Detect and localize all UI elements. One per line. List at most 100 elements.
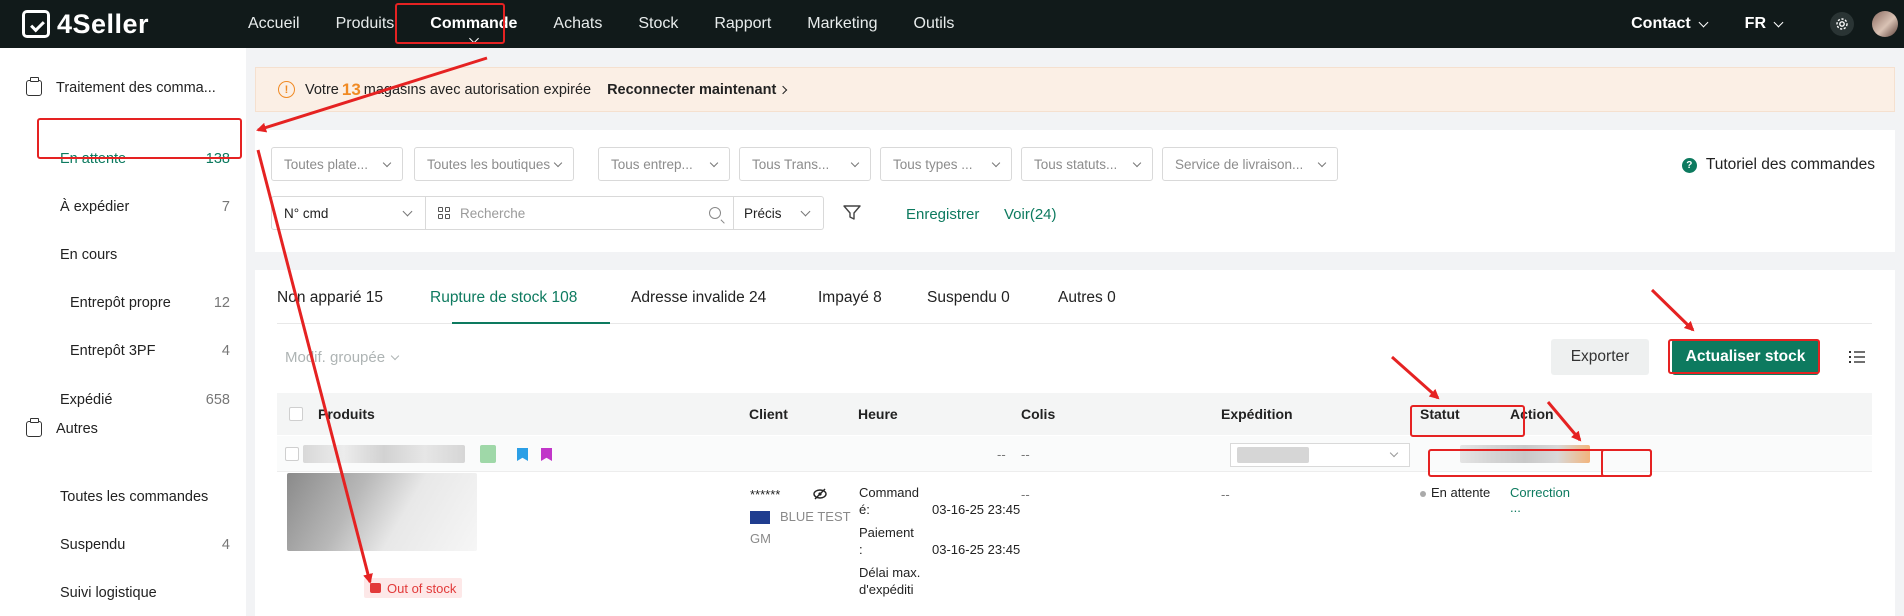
colis-value: -- [1021,487,1030,502]
nav-outils[interactable]: Outils [914,0,955,48]
view-saved-link[interactable]: Voir(24) [1004,206,1057,223]
contact-menu[interactable]: Contact [1631,15,1709,33]
chevron-down-icon [709,158,719,168]
sidebar-item-label: Entrepôt propre [70,295,171,311]
sidebar-item-suivi-logistique[interactable]: Suivi logistique [0,573,246,613]
search-input[interactable]: Recherche [426,196,734,230]
delivery-service-select[interactable]: Service de livraison... [1162,147,1338,181]
warehouse-select[interactable]: Tous entrep... [598,147,730,181]
sidebar-group-label: Autres [56,421,98,437]
order-tutorial-link[interactable]: ? Tutoriel des commandes [1681,156,1875,174]
tab-rupture-stock[interactable]: Rupture de stock 108 [430,289,577,307]
box-icon [370,583,381,593]
platform-select[interactable]: Toutes plate... [271,147,403,181]
nav-produits[interactable]: Produits [336,0,395,48]
bulk-edit-dropdown[interactable]: Modif. groupée [285,349,400,366]
col-action: Action [1510,406,1554,422]
help-icon: ? [1681,157,1697,173]
banner-prefix: Votre [305,81,339,98]
nav-commande[interactable]: Commande [430,0,517,48]
sidebar-item-en-attente[interactable]: En attente 138 [0,139,246,179]
sidebar-group-processing[interactable]: Traitement des comma... [26,77,216,96]
carrier-select[interactable]: Tous Trans... [739,147,871,181]
search-type-select[interactable]: N° cmd [271,196,426,230]
select-value: Tous Trans... [752,156,830,172]
reconnect-link[interactable]: Reconnecter maintenant [607,82,788,98]
sidebar-item-count: 7 [221,199,230,215]
sidebar-item-entrepot-3pf[interactable]: Entrepôt 3PF 4 [0,331,246,371]
sidebar-item-label: Expédié [60,392,113,408]
nav-rapport[interactable]: Rapport [714,0,771,48]
correction-link[interactable]: Correction [1510,485,1570,500]
filter-icon[interactable] [843,205,861,221]
shipping-method-select[interactable] [1230,443,1410,467]
search-icon[interactable] [709,207,721,219]
select-all-checkbox[interactable] [289,407,303,421]
banner-count: 13 [341,79,361,99]
column-settings-icon[interactable] [1849,351,1865,363]
time-label: Command [859,485,919,500]
bookmark-icon[interactable] [541,448,552,461]
tab-autres[interactable]: Autres 0 [1058,289,1116,307]
payment-time: 03-16-25 23:45 [932,542,1021,557]
sidebar-item-toutes-commandes[interactable]: Toutes les commandes [0,477,246,517]
language-menu[interactable]: FR [1745,15,1784,33]
save-filter-link[interactable]: Enregistrer [906,206,979,223]
sidebar-item-label: À expédier [60,199,130,215]
type-select[interactable]: Tous types ... [880,147,1012,181]
tab-impaye[interactable]: Impayé 8 [818,289,882,307]
avatar[interactable] [1872,11,1898,37]
eye-off-icon[interactable] [813,488,827,500]
time-label: Paiement [859,525,914,540]
tab-non-apparie[interactable]: Non apparié 15 [277,289,383,307]
select-value: Tous types ... [893,156,973,172]
sidebar-item-label: Toutes les commandes [60,489,209,505]
brand-logo[interactable]: 4Seller [22,9,192,40]
sidebar-item-expedie[interactable]: Expédié 658 [0,380,246,420]
col-statut: Statut [1420,406,1460,422]
select-value: Service de livraison... [1175,156,1304,172]
sidebar-group-autres[interactable]: Autres [26,418,98,437]
grid-icon[interactable] [438,207,450,219]
nav-marketing[interactable]: Marketing [807,0,877,48]
blurred-action-info [1460,445,1590,463]
client-name: BLUE TEST [780,509,851,524]
orders-card: Non apparié 15 Rupture de stock 108 Adre… [255,270,1895,616]
sidebar-item-count: 4 [221,537,230,553]
status-select[interactable]: Tous statuts... [1021,147,1153,181]
nav-accueil[interactable]: Accueil [248,0,300,48]
sidebar-item-count: 138 [205,151,230,167]
row-checkbox[interactable] [285,447,299,461]
export-button[interactable]: Exporter [1551,339,1649,375]
top-right-actions: Contact FR [1631,0,1904,48]
status-dot-icon [1420,490,1426,497]
top-navbar: 4Seller Accueil Produits Commande Achats… [0,0,1904,48]
nav-achats[interactable]: Achats [553,0,602,48]
expired-auth-banner: ! Votre 13 magasins avec autorisation ex… [255,67,1895,112]
more-actions-button[interactable]: ... [1510,500,1521,515]
gear-icon[interactable] [1830,12,1854,36]
sidebar-item-suspendu[interactable]: Suspendu 4 [0,525,246,565]
shop-select[interactable]: Toutes les boutiques [414,147,574,181]
sidebar-group-label: Traitement des comma... [56,80,216,96]
sidebar-item-en-cours[interactable]: En cours [0,235,246,275]
sidebar-item-a-expedier[interactable]: À expédier 7 [0,187,246,227]
col-colis: Colis [1021,406,1056,422]
client-name-2: GM [750,531,771,546]
chevron-down-icon [1698,17,1709,27]
chevron-down-icon [382,158,392,168]
precision-select[interactable]: Précis [734,196,824,230]
search-row: N° cmd Recherche Précis [271,196,824,230]
chevron-down-icon [553,158,563,168]
banner-text: magasins avec autorisation expirée [363,81,592,98]
sidebar-item-label: En cours [60,247,118,263]
bookmark-icon[interactable] [517,448,528,461]
expedition-value: -- [1221,487,1230,502]
sidebar-item-entrepot-propre[interactable]: Entrepôt propre 12 [0,283,246,323]
sidebar-item-label: Suivi logistique [60,585,157,601]
tab-adresse-invalide[interactable]: Adresse invalide 24 [631,289,766,307]
precision-value: Précis [744,205,782,221]
nav-stock[interactable]: Stock [638,0,678,48]
update-stock-button[interactable]: Actualiser stock [1672,339,1819,375]
tab-suspendu[interactable]: Suspendu 0 [927,289,1010,307]
